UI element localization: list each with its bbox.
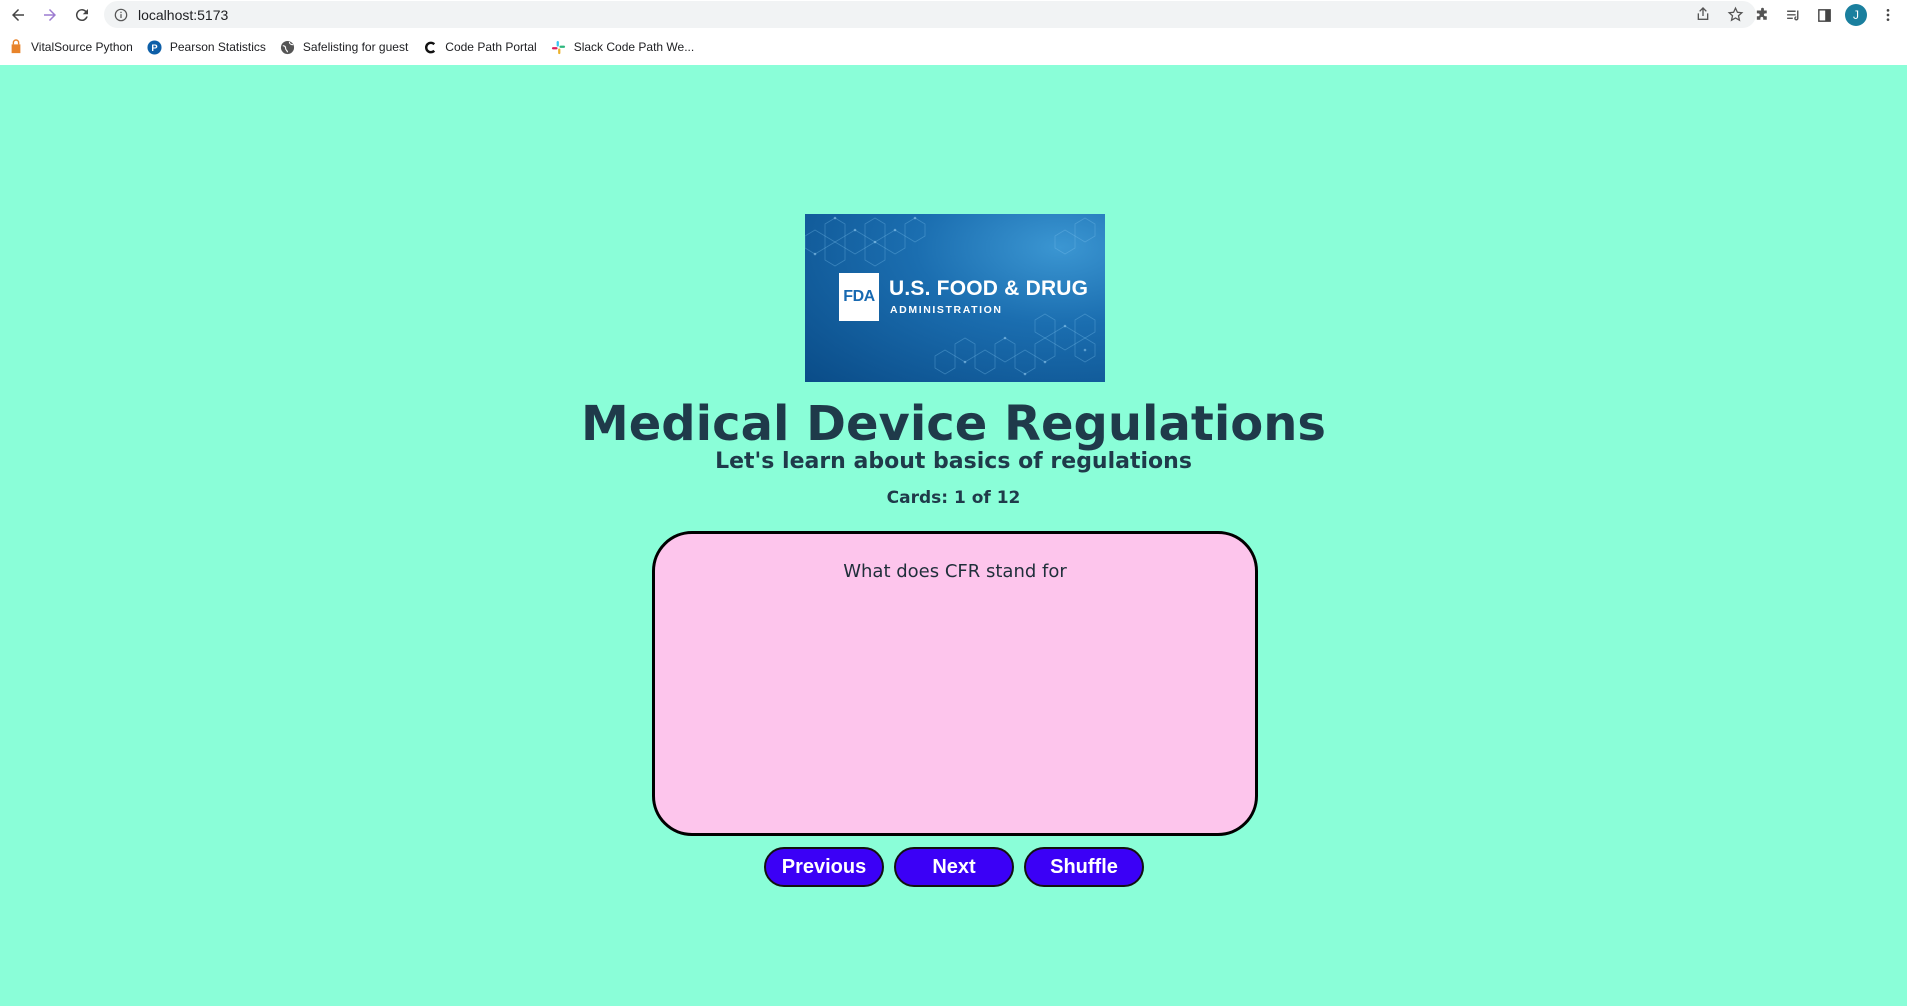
bookmark-item[interactable]: Safelisting for guest [280,39,408,55]
previous-button[interactable]: Previous [764,847,884,887]
globe-icon [280,39,296,55]
extensions-puzzle-icon[interactable] [1752,5,1772,25]
page-title: Medical Device Regulations [580,396,1326,452]
flashcard-page: FDA U.S. FOOD & DRUG ADMINISTRATION Medi… [0,65,1907,1006]
bookmarks-bar: VitalSource Python P Pearson Statistics … [0,33,694,61]
fda-logo-subtitle: ADMINISTRATION [890,304,1003,316]
reload-icon[interactable] [66,2,98,28]
svg-text:P: P [152,42,158,52]
fda-logo-title: U.S. FOOD & DRUG [889,277,1089,300]
browser-menu-icon[interactable] [1878,5,1898,25]
flashcard[interactable]: What does CFR stand for [652,531,1258,836]
pearson-icon: P [147,39,163,55]
bookmark-item[interactable]: Code Path Portal [422,39,537,55]
card-controls: Previous Next Shuffle [764,847,1144,887]
address-bar[interactable]: localhost:5173 [104,1,1756,28]
profile-avatar[interactable]: J [1845,4,1867,26]
bookmark-item[interactable]: Slack Code Path We... [551,39,694,55]
shuffle-button[interactable]: Shuffle [1024,847,1144,887]
flashcard-question: What does CFR stand for [843,561,1067,582]
next-button[interactable]: Next [894,847,1014,887]
browser-chrome: localhost:5173 J VitalSource Python P Pe… [0,0,1907,65]
slack-icon [551,39,567,55]
vitalsource-icon [8,39,24,55]
media-queue-icon[interactable] [1783,5,1803,25]
page-subtitle: Let's learn about basics of regulations [715,449,1192,474]
bookmark-item[interactable]: P Pearson Statistics [147,39,266,55]
share-icon[interactable] [1694,5,1712,23]
bookmark-star-icon[interactable] [1726,5,1744,23]
side-panel-icon[interactable] [1814,5,1834,25]
fda-logo-mark: FDA [839,273,879,321]
fda-logo: FDA U.S. FOOD & DRUG ADMINISTRATION [805,214,1105,382]
site-info-icon[interactable] [114,8,128,22]
back-arrow-icon[interactable] [2,2,34,28]
codepath-icon [422,39,438,55]
browser-toolbar: localhost:5173 J [0,0,1907,30]
bookmark-item[interactable]: VitalSource Python [8,39,133,55]
extensions-area: J [1752,2,1898,28]
forward-arrow-icon[interactable] [34,2,66,28]
card-counter: Cards: 1 of 12 [886,488,1021,508]
url-text: localhost:5173 [138,6,229,23]
